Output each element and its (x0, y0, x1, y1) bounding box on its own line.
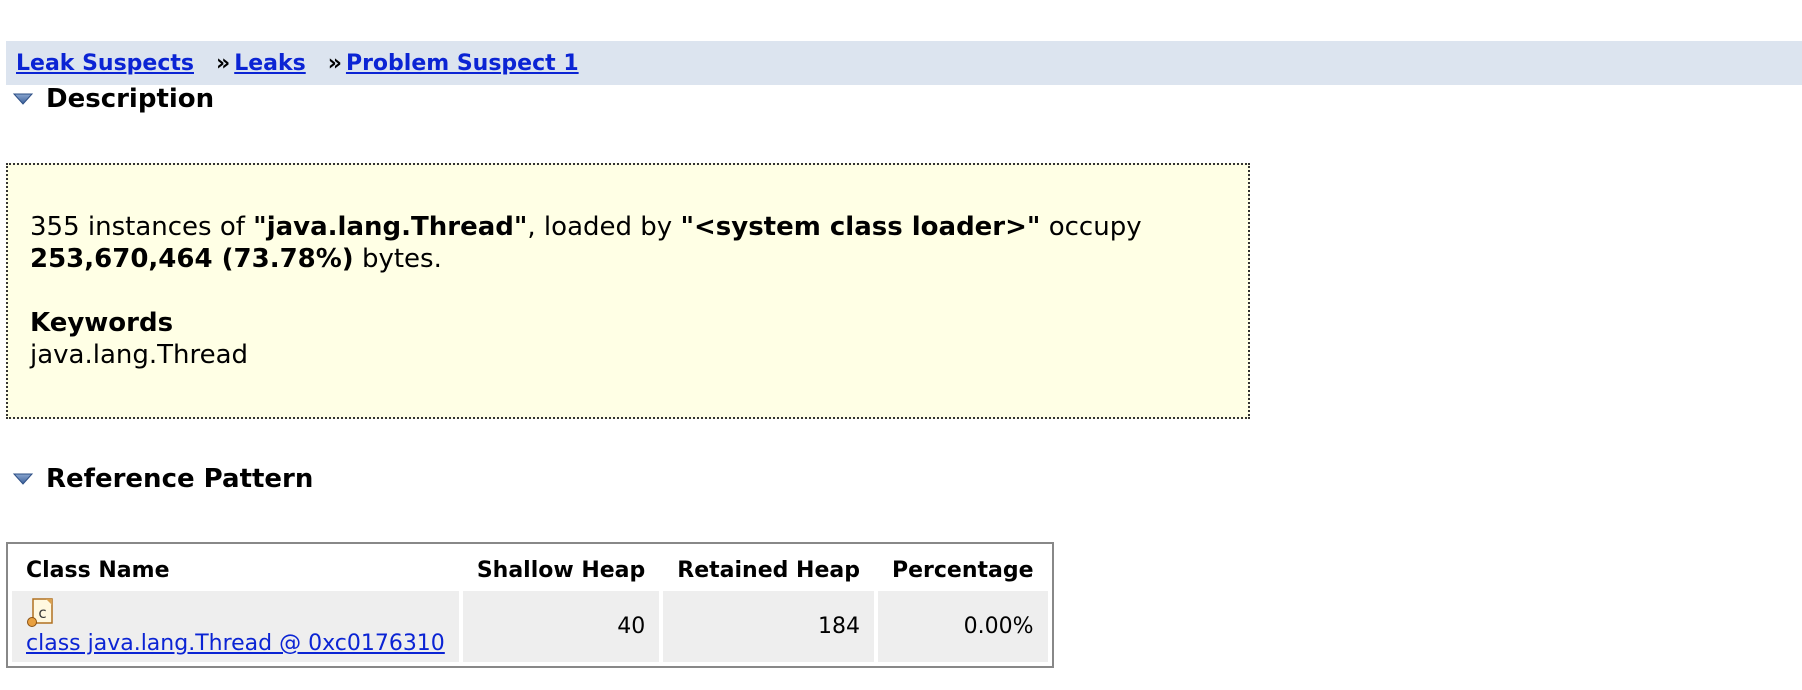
column-header-percentage: Percentage (891, 558, 1034, 583)
breadcrumb-leak-suspects-link[interactable]: Leak Suspects (16, 51, 194, 76)
class-object-link[interactable]: class java.lang.Thread @ 0xc0176310 (26, 631, 445, 656)
percentage-cell: 0.00% (877, 591, 1048, 662)
breadcrumb-leaks-link[interactable]: Leaks (234, 51, 306, 76)
instance-count-text: 355 instances of (30, 212, 254, 242)
collapse-triangle-icon[interactable] (12, 472, 34, 486)
description-section-header[interactable]: Description (12, 84, 214, 114)
breadcrumb-separator: » (216, 50, 231, 76)
reference-pattern-heading: Reference Pattern (46, 464, 314, 494)
loaded-by-text: , loaded by (527, 212, 681, 242)
collapse-triangle-icon[interactable] (12, 92, 34, 106)
retained-heap-cell: 184 (663, 591, 874, 662)
retained-size-text: 253,670,464 (73.78%) (30, 244, 354, 274)
occupy-text: occupy (1040, 212, 1142, 242)
column-header-retained-heap: Retained Heap (677, 558, 860, 583)
keywords-title: Keywords (30, 308, 174, 338)
table-row: c class java.lang.Thread @ 0xc0176310 40… (12, 591, 1048, 662)
reference-pattern-table: Class Name Shallow Heap Retained Heap Pe… (6, 542, 1054, 668)
description-heading: Description (46, 84, 215, 114)
description-box: 355 instances of "java.lang.Thread", loa… (6, 163, 1250, 419)
shallow-heap-cell: 40 (462, 591, 660, 662)
svg-text:c: c (38, 604, 46, 622)
breadcrumb-separator: » (327, 50, 342, 76)
class-name-text: "java.lang.Thread" (253, 212, 528, 242)
keywords-value: java.lang.Thread (30, 340, 249, 370)
breadcrumb: Leak Suspects » Leaks » Problem Suspect … (6, 41, 1802, 85)
table-header-row: Class Name Shallow Heap Retained Heap Pe… (12, 548, 1048, 587)
bytes-text: bytes. (353, 244, 442, 274)
class-name-cell: c class java.lang.Thread @ 0xc0176310 (12, 591, 459, 662)
description-text: 355 instances of "java.lang.Thread", loa… (30, 211, 1228, 275)
breadcrumb-problem-suspect-link[interactable]: Problem Suspect 1 (346, 51, 579, 76)
column-header-shallow-heap: Shallow Heap (476, 558, 646, 583)
reference-pattern-section-header[interactable]: Reference Pattern (12, 464, 313, 494)
class-loader-text: "<system class loader>" (680, 212, 1041, 242)
class-icon: c (27, 598, 53, 627)
column-header-class-name: Class Name (26, 558, 170, 583)
